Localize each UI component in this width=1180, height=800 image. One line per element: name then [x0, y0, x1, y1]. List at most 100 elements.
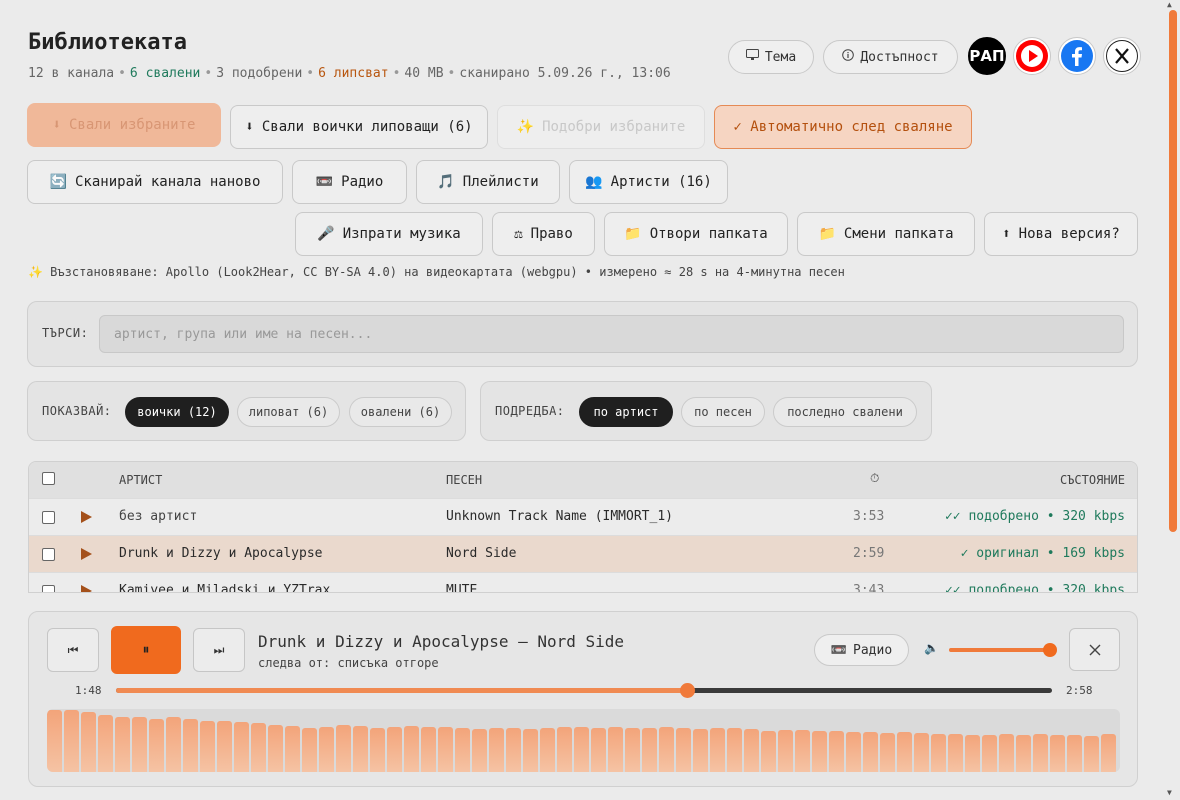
- waveform-bar: [778, 730, 793, 772]
- waveform-bar: [1016, 735, 1031, 772]
- waveform-bar: [98, 715, 113, 772]
- waveform-bar: [455, 728, 470, 772]
- player-radio-button[interactable]: 📼 Радио: [814, 634, 909, 666]
- radio-button[interactable]: 📼 Радио: [292, 160, 407, 204]
- waveform-bar: [166, 717, 181, 772]
- waveform-bar: [47, 710, 62, 772]
- waveform[interactable]: [47, 709, 1120, 772]
- sort-by-recent[interactable]: последно свалени: [773, 397, 917, 427]
- previous-button[interactable]: ⏮: [47, 628, 99, 672]
- sort-by-song[interactable]: по песен: [681, 397, 765, 427]
- new-version-button[interactable]: ⬆ Нова версия?: [984, 212, 1138, 256]
- close-button[interactable]: [1069, 628, 1120, 671]
- folder-icon: 📁: [818, 226, 836, 242]
- waveform-bar: [897, 732, 912, 772]
- improve-selected-button[interactable]: ✨ Подобри избраните: [497, 105, 705, 149]
- row-checkbox[interactable]: [42, 585, 55, 592]
- filter-downloaded[interactable]: овалени (6): [349, 397, 452, 427]
- scales-icon: ⚖: [514, 226, 523, 242]
- waveform-bar: [608, 727, 623, 772]
- progress-knob[interactable]: [679, 683, 695, 698]
- rap-link[interactable]: РАП: [968, 37, 1006, 75]
- cassette-icon: 📼: [830, 642, 848, 658]
- sparkles-icon: ✨: [516, 119, 535, 135]
- rescan-button[interactable]: 🔄 Сканирай канала наново: [27, 160, 283, 204]
- waveform-bar: [982, 735, 997, 772]
- waveform-bar: [948, 734, 963, 772]
- open-folder-button[interactable]: 📁 Отвори папката: [604, 212, 788, 256]
- search-input[interactable]: артист, група или име на песен...: [99, 315, 1124, 353]
- page-scrollbar[interactable]: [1169, 10, 1177, 532]
- play-icon[interactable]: [81, 511, 92, 523]
- theme-button[interactable]: Тема: [728, 40, 814, 74]
- waveform-bar: [557, 727, 572, 772]
- send-music-button[interactable]: 🎤 Изпрати музика: [295, 212, 483, 256]
- previous-icon: ⏮: [67, 642, 79, 657]
- row-status: ✓✓ подобрено • 320 kbps: [944, 509, 1125, 524]
- waveform-bar: [591, 728, 606, 772]
- play-icon[interactable]: [81, 548, 92, 560]
- youtube-icon[interactable]: [1013, 37, 1051, 75]
- auto-improve-toggle[interactable]: ✓ Автоматично след сваляне: [714, 105, 972, 149]
- select-all-checkbox[interactable]: [42, 472, 55, 485]
- waveform-bar: [812, 731, 827, 772]
- waveform-bar: [931, 734, 946, 772]
- next-button[interactable]: ⏭: [193, 628, 245, 672]
- filter-missing[interactable]: липоват (6): [237, 397, 340, 427]
- waveform-bar: [659, 727, 674, 772]
- row-checkbox[interactable]: [42, 548, 55, 561]
- playlists-button[interactable]: 🎵 Плейлисти: [416, 160, 560, 204]
- row-duration: 3:43: [853, 583, 885, 593]
- monitor-icon: [745, 49, 759, 65]
- pause-button[interactable]: ⏸: [111, 626, 181, 674]
- close-icon: [1089, 644, 1100, 655]
- cassette-icon: 📼: [315, 174, 334, 190]
- sort-by-artist[interactable]: по артист: [579, 397, 673, 427]
- waveform-bar: [234, 722, 249, 772]
- waveform-bar: [574, 727, 589, 772]
- row-status: ✓ оригинал • 169 kbps: [960, 546, 1125, 561]
- volume-icon: 🔈: [924, 641, 939, 655]
- waveform-bar: [625, 728, 640, 772]
- waveform-bar: [1033, 734, 1048, 772]
- filter-all[interactable]: воички (12): [125, 397, 229, 427]
- waveform-bar: [268, 725, 283, 772]
- facebook-icon[interactable]: [1058, 37, 1096, 75]
- volume-knob[interactable]: [1042, 643, 1057, 657]
- row-song: MUTE: [446, 583, 478, 593]
- waveform-bar: [200, 721, 215, 772]
- stat-improved: 3 подобрени: [216, 66, 303, 81]
- row-checkbox[interactable]: [42, 511, 55, 524]
- scroll-up-icon[interactable]: ▲: [1167, 0, 1172, 9]
- table-row[interactable]: без артист Unknown Track Name (IMMORT_1)…: [29, 498, 1137, 535]
- scroll-down-icon[interactable]: ▼: [1167, 788, 1172, 797]
- x-icon[interactable]: [1103, 37, 1141, 75]
- play-icon[interactable]: [81, 585, 92, 592]
- waveform-bar: [846, 732, 861, 772]
- row-status: ✓✓ подобрено • 320 kbps: [944, 583, 1125, 593]
- waveform-bar: [489, 728, 504, 772]
- progress-fill: [116, 688, 687, 693]
- change-folder-button[interactable]: 📁 Смени папката: [797, 212, 975, 256]
- page-title: Библиотеката: [28, 30, 187, 55]
- tracks-table: АРТИСТ ПЕСЕН ⏱ СЪСТОЯНИЕ без артист Unkn…: [28, 461, 1138, 593]
- waveform-bar: [251, 723, 266, 772]
- waveform-bar: [642, 728, 657, 772]
- waveform-bar: [540, 728, 555, 772]
- download-selected-button[interactable]: ⬇ Свали избраните: [27, 103, 221, 147]
- table-row[interactable]: Drunk и Dizzy и Apocalypse Nord Side 2:5…: [29, 535, 1137, 572]
- accessibility-button[interactable]: Достъпност: [823, 40, 958, 74]
- waveform-bar: [880, 733, 895, 772]
- table-row[interactable]: Kamiyee и Miladski и YZTrax MUTE 3:43 ✓✓…: [29, 572, 1137, 593]
- progress-bar[interactable]: [116, 683, 1052, 698]
- artists-button[interactable]: 👥 Артисти (16): [569, 160, 728, 204]
- volume-slider[interactable]: [949, 643, 1057, 657]
- waveform-bar: [387, 727, 402, 772]
- search-label: ТЪРСИ:: [42, 326, 89, 340]
- row-song: Unknown Track Name (IMMORT_1): [446, 509, 673, 524]
- law-button[interactable]: ⚖ Право: [492, 212, 595, 256]
- sparkles-icon: ✨: [28, 265, 51, 279]
- download-all-missing-button[interactable]: ⬇ Свали воички липоващи (6): [230, 105, 488, 149]
- download-icon: ⬇: [245, 119, 254, 135]
- pause-icon: ⏸: [142, 642, 150, 658]
